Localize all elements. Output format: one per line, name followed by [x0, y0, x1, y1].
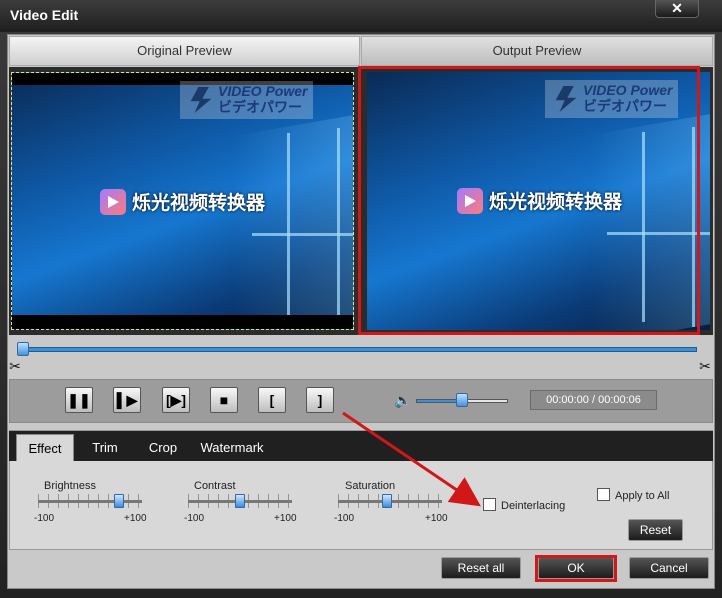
deinterlacing-label: Deinterlacing — [501, 500, 566, 512]
time-display: 00:00:00 / 00:00:06 — [530, 390, 657, 410]
trim-end-scissors-icon[interactable]: ✂ — [697, 358, 713, 374]
ok-button-highlight — [535, 555, 617, 582]
volume-icon[interactable]: 🔈 — [394, 392, 412, 408]
saturation-thumb[interactable] — [382, 494, 392, 508]
stop-button[interactable]: ■ — [210, 387, 238, 413]
timeline-track[interactable] — [20, 347, 697, 352]
reset-button[interactable]: Reset — [628, 519, 683, 541]
app-play-icon — [100, 188, 126, 215]
title-bar: Video Edit ✕ — [0, 0, 722, 32]
window-title: Video Edit — [10, 7, 79, 23]
play-icon: ▌▶ — [116, 391, 138, 408]
videopower-bolt-icon — [190, 87, 212, 113]
logo-text-line2: ビデオパワー — [218, 99, 302, 115]
pause-icon: ❚❚ — [67, 391, 91, 408]
play-button[interactable]: ▌▶ — [113, 387, 141, 413]
brightness-max: +100 — [124, 513, 147, 524]
cancel-button[interactable]: Cancel — [629, 557, 709, 579]
saturation-min: -100 — [334, 513, 355, 524]
brightness-thumb[interactable] — [114, 494, 124, 508]
logo-text-line1: VIDEO Power — [218, 83, 308, 99]
windows-pane-line — [337, 128, 340, 328]
pause-button[interactable]: ❚❚ — [65, 387, 93, 413]
apply-to-all-label: Apply to All — [615, 490, 670, 502]
mark-out-icon: ] — [317, 392, 323, 408]
contrast-min: -100 — [184, 513, 205, 524]
saturation-max: +100 — [425, 513, 448, 524]
contrast-thumb[interactable] — [235, 494, 245, 508]
windows-pane-line — [287, 133, 290, 323]
windows-pane-line — [252, 233, 353, 236]
videopower-logo: VIDEO Power ビデオパワー — [180, 81, 314, 119]
stop-icon: ■ — [219, 392, 229, 408]
tab-effect[interactable]: Effect — [16, 434, 74, 461]
contrast-label: Contrast — [194, 480, 236, 492]
original-preview-video: VIDEO Power ビデオパワー 烁光视频转换器 — [11, 72, 354, 330]
app-name-text: 烁光视频转换器 — [132, 193, 266, 214]
mark-out-button[interactable]: ] — [306, 387, 334, 413]
next-frame-button[interactable]: [▶] — [162, 387, 190, 413]
tab-trim[interactable]: Trim — [84, 434, 126, 461]
deinterlacing-checkbox[interactable] — [483, 498, 496, 511]
close-button[interactable]: ✕ — [655, 0, 699, 18]
volume-thumb[interactable] — [456, 393, 468, 407]
letterbox-bottom — [12, 315, 353, 329]
contrast-max: +100 — [274, 513, 297, 524]
original-preview-header: Original Preview — [9, 36, 360, 66]
brightness-slider[interactable] — [38, 500, 142, 503]
trim-start-scissors-icon[interactable]: ✂ — [7, 358, 23, 374]
reset-all-button[interactable]: Reset all — [441, 557, 521, 579]
windows-glow — [233, 109, 353, 329]
saturation-label: Saturation — [345, 480, 396, 492]
tab-watermark[interactable]: Watermark — [196, 434, 268, 461]
output-preview-highlight — [358, 66, 700, 335]
brightness-label: Brightness — [44, 480, 96, 492]
apply-to-all-checkbox[interactable] — [597, 488, 610, 501]
tab-crop[interactable]: Crop — [141, 434, 185, 461]
brightness-min: -100 — [34, 513, 55, 524]
mark-in-button[interactable]: [ — [258, 387, 286, 413]
timeline-thumb[interactable] — [17, 342, 29, 356]
mark-in-icon: [ — [269, 392, 275, 408]
output-preview-header: Output Preview — [361, 36, 713, 66]
next-frame-icon: [▶] — [165, 391, 187, 408]
app-logo: 烁光视频转换器 — [100, 188, 265, 215]
video-edit-window: Video Edit ✕ Original Preview Output Pre… — [0, 0, 722, 598]
